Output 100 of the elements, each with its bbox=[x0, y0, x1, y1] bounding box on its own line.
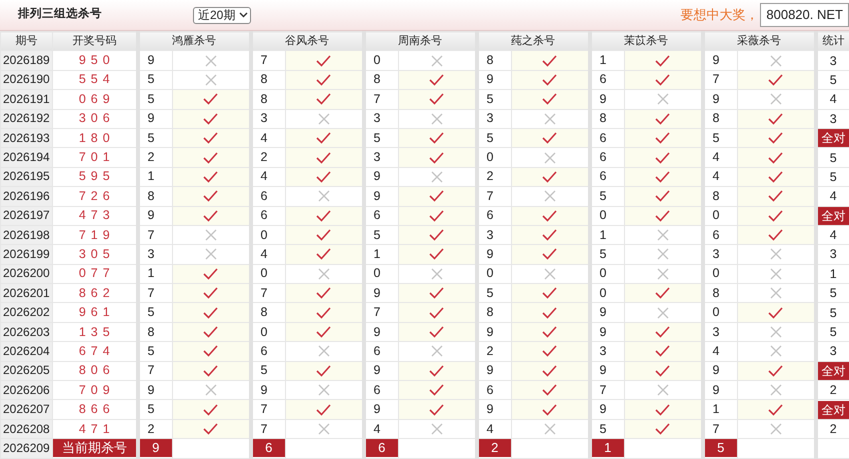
all-correct-badge: 全对 bbox=[818, 400, 849, 419]
count-value: 4 bbox=[828, 91, 838, 108]
column-header: 茉苡杀号 bbox=[590, 32, 702, 51]
issue-cell: 2026193 bbox=[0, 128, 52, 148]
cross-icon bbox=[656, 306, 669, 319]
cross-icon bbox=[544, 268, 556, 280]
column-header: 采薇杀号 bbox=[702, 32, 816, 51]
issue-cell: 2026190 bbox=[0, 70, 52, 90]
current-kill-number: 2 bbox=[478, 439, 511, 458]
check-icon bbox=[655, 132, 670, 144]
check-icon bbox=[542, 54, 558, 67]
all-correct-badge: 全对 bbox=[818, 129, 849, 148]
check-icon bbox=[768, 152, 784, 164]
caret-icon bbox=[239, 12, 248, 18]
count-value: 5 bbox=[828, 168, 838, 186]
check-icon bbox=[429, 287, 444, 300]
check-icon bbox=[203, 364, 218, 377]
cross-icon bbox=[770, 93, 782, 106]
cross-icon bbox=[318, 268, 330, 280]
cross-icon bbox=[656, 93, 669, 106]
period-select[interactable]: 近20期 bbox=[193, 6, 252, 24]
column-header: 统计 bbox=[816, 32, 849, 51]
check-icon bbox=[655, 210, 670, 222]
issue-cell: 2026205 bbox=[0, 361, 52, 381]
cross-icon bbox=[318, 423, 330, 435]
check-icon bbox=[655, 364, 670, 377]
check-icon bbox=[429, 210, 444, 222]
issue-cell: 2026204 bbox=[0, 342, 52, 362]
current-kill-number: 5 bbox=[704, 439, 737, 458]
check-icon bbox=[768, 210, 784, 222]
cross-icon bbox=[656, 268, 669, 280]
check-icon bbox=[203, 210, 218, 222]
check-icon bbox=[542, 170, 558, 183]
cross-icon bbox=[656, 384, 669, 396]
check-icon bbox=[316, 210, 332, 222]
check-icon bbox=[429, 152, 444, 164]
current-kill-number: 6 bbox=[366, 439, 398, 458]
site-badge: 800820. NET bbox=[760, 3, 849, 27]
check-icon bbox=[655, 345, 670, 358]
count-value: 4 bbox=[828, 188, 838, 206]
count-value: 5 bbox=[828, 150, 838, 167]
cross-icon bbox=[204, 54, 217, 67]
column-header: 鸿雁杀号 bbox=[138, 32, 250, 51]
count-value: 2 bbox=[828, 421, 838, 438]
issue-cell: 2026203 bbox=[0, 322, 52, 342]
check-icon bbox=[655, 190, 670, 202]
column-header: 谷风杀号 bbox=[250, 32, 364, 51]
check-icon bbox=[203, 404, 218, 416]
issue-cell: 2026201 bbox=[0, 284, 52, 303]
count-value: 3 bbox=[828, 52, 838, 70]
cross-icon bbox=[770, 384, 782, 396]
check-icon bbox=[203, 132, 218, 144]
check-icon bbox=[655, 287, 670, 300]
count-value: 2 bbox=[828, 382, 838, 400]
page-title: 排列三组选杀号 bbox=[18, 6, 103, 22]
count-value: 1 bbox=[828, 266, 838, 283]
cross-icon bbox=[770, 326, 782, 338]
check-icon bbox=[542, 384, 558, 396]
check-icon bbox=[203, 345, 218, 358]
count-value: 5 bbox=[828, 304, 838, 322]
check-icon bbox=[429, 93, 444, 106]
check-icon bbox=[655, 170, 670, 183]
cross-icon bbox=[430, 423, 443, 435]
all-correct-badge: 全对 bbox=[818, 362, 849, 380]
cross-icon bbox=[204, 248, 217, 260]
count-value: 5 bbox=[828, 285, 838, 302]
cross-icon bbox=[430, 268, 443, 280]
check-icon bbox=[429, 229, 444, 242]
cross-icon bbox=[656, 248, 669, 260]
check-icon bbox=[429, 326, 444, 338]
current-kill-number: 9 bbox=[140, 439, 172, 458]
slogan: 要想中大奖， bbox=[680, 6, 758, 24]
check-icon bbox=[655, 112, 670, 125]
check-icon bbox=[429, 306, 444, 319]
count-value: 4 bbox=[828, 227, 838, 244]
cross-icon bbox=[656, 229, 669, 242]
check-icon bbox=[316, 74, 332, 86]
check-icon bbox=[768, 364, 784, 377]
check-icon bbox=[542, 404, 558, 416]
check-icon bbox=[768, 132, 784, 144]
check-icon bbox=[542, 287, 558, 300]
check-icon bbox=[203, 93, 218, 106]
check-icon bbox=[542, 326, 558, 338]
check-icon bbox=[203, 268, 218, 280]
check-icon bbox=[203, 152, 218, 164]
check-icon bbox=[316, 229, 332, 242]
issue-cell: 2026195 bbox=[0, 167, 52, 187]
issue-cell: 2026208 bbox=[0, 419, 52, 439]
check-icon bbox=[316, 404, 332, 416]
check-icon bbox=[316, 364, 332, 377]
cross-icon bbox=[544, 152, 556, 164]
check-icon bbox=[768, 74, 784, 86]
cross-icon bbox=[318, 190, 330, 202]
cross-icon bbox=[770, 423, 782, 435]
check-icon bbox=[768, 229, 784, 242]
check-icon bbox=[542, 74, 558, 86]
count-value: 5 bbox=[828, 324, 838, 342]
column-header: 莼之杀号 bbox=[476, 32, 590, 51]
check-icon bbox=[429, 384, 444, 396]
check-icon bbox=[542, 345, 558, 358]
